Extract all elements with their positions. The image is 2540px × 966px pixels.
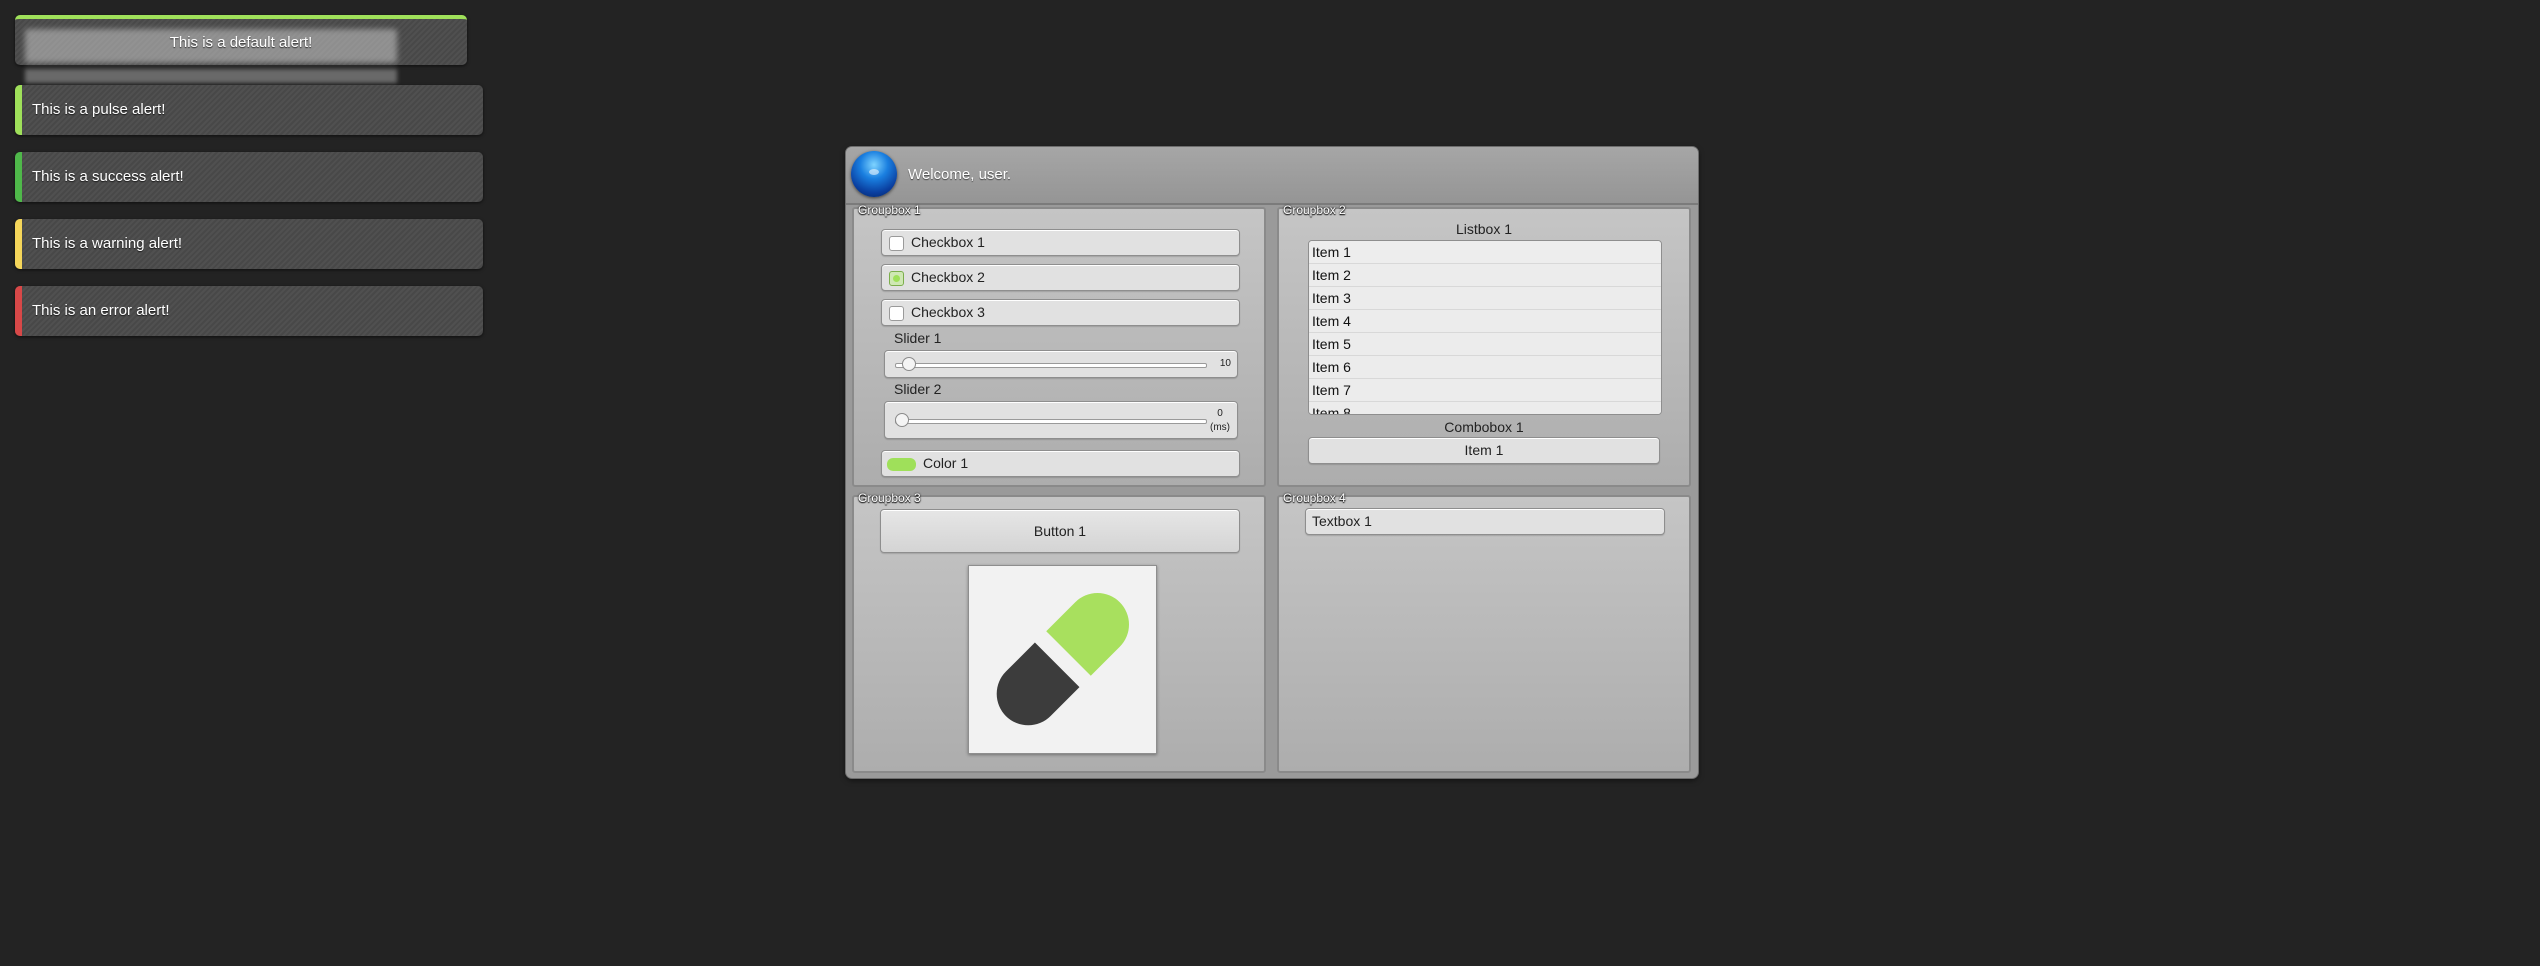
groupbox-4-title: Groupbox 4 [1283, 491, 1346, 505]
checkbox-3[interactable]: Checkbox 3 [881, 299, 1240, 326]
listbox-1[interactable]: Item 1 Item 2 Item 3 Item 4 Item 5 Item … [1308, 240, 1662, 415]
listbox-1-title: Listbox 1 [1455, 221, 1513, 237]
groupbox-1-title: Groupbox 1 [858, 203, 921, 217]
checkbox-1[interactable]: Checkbox 1 [881, 229, 1240, 256]
slider-1[interactable]: 10 [884, 350, 1238, 378]
color-1-label: Color 1 [923, 455, 969, 471]
warning-alert-bar [15, 219, 22, 269]
globe-logo-icon [851, 151, 897, 197]
slider-2-label: Slider 2 [894, 381, 942, 397]
groupbox-1: Groupbox 1 Checkbox 1 Checkbox 2 Checkbo… [852, 203, 1266, 487]
warning-alert[interactable]: This is a warning alert! [15, 219, 483, 269]
slider-1-label: Slider 1 [894, 330, 942, 346]
list-item[interactable]: Item 3 [1309, 287, 1661, 310]
slider-2-track[interactable] [895, 419, 1207, 424]
welcome-text: Welcome, user. [908, 166, 1012, 183]
slider-2-thumb[interactable] [895, 413, 909, 427]
warning-alert-text: This is a warning alert! [32, 235, 183, 252]
pulse-alert-bar [15, 85, 22, 135]
list-item[interactable]: Item 2 [1309, 264, 1661, 287]
list-item[interactable]: Item 5 [1309, 333, 1661, 356]
success-alert[interactable]: This is a success alert! [15, 152, 483, 202]
groupbox-4: Groupbox 4 Textbox 1 [1277, 491, 1691, 773]
success-alert-text: This is a success alert! [32, 168, 184, 185]
pulse-alert-text: This is a pulse alert! [32, 101, 166, 118]
textbox-1[interactable]: Textbox 1 [1305, 508, 1665, 535]
groupbox-3-title: Groupbox 3 [858, 491, 921, 505]
list-item[interactable]: Item 6 [1309, 356, 1661, 379]
checkbox-3-box[interactable] [889, 306, 904, 321]
color-1-swatch[interactable] [887, 458, 916, 471]
combobox-1[interactable]: Item 1 [1308, 437, 1660, 464]
slider-2-unit: (ms) [1210, 422, 1230, 433]
success-alert-bar [15, 152, 22, 202]
groupbox-3: Groupbox 3 Button 1 [852, 491, 1266, 773]
capsule-pill-icon [996, 593, 1129, 726]
checkbox-3-label: Checkbox 3 [911, 304, 985, 320]
list-item[interactable]: Item 1 [1309, 241, 1661, 264]
list-item[interactable]: Item 4 [1309, 310, 1661, 333]
slider-2-value: 0 (ms) [1210, 407, 1230, 435]
slider-1-value: 10 [1219, 358, 1231, 369]
slider-2[interactable]: 0 (ms) [884, 401, 1238, 439]
error-alert-text: This is an error alert! [32, 302, 170, 319]
alert-blur-overlay-bottom [25, 69, 397, 83]
slider-2-number: 0 [1217, 408, 1223, 419]
error-alert[interactable]: This is an error alert! [15, 286, 483, 336]
list-item[interactable]: Item 8 [1309, 402, 1661, 414]
button-1[interactable]: Button 1 [880, 509, 1240, 553]
default-alert-text: This is a default alert! [169, 34, 313, 51]
groupbox-2-title: Groupbox 2 [1283, 203, 1346, 217]
checkbox-2-box[interactable] [889, 271, 904, 286]
combobox-1-title: Combobox 1 [1444, 419, 1524, 435]
checkbox-2[interactable]: Checkbox 2 [881, 264, 1240, 291]
window-header: Welcome, user. [846, 147, 1698, 205]
image-box [968, 565, 1157, 754]
pulse-alert[interactable]: This is a pulse alert! [15, 85, 483, 135]
error-alert-bar [15, 286, 22, 336]
checkbox-2-label: Checkbox 2 [911, 269, 985, 285]
slider-1-track[interactable] [895, 363, 1207, 368]
slider-1-thumb[interactable] [902, 357, 916, 371]
groupbox-2: Groupbox 2 Listbox 1 Item 1 Item 2 Item … [1277, 203, 1691, 487]
default-alert[interactable]: This is a default alert! [15, 15, 467, 83]
checkbox-1-box[interactable] [889, 236, 904, 251]
list-item[interactable]: Item 7 [1309, 379, 1661, 402]
color-1-picker[interactable]: Color 1 [881, 450, 1240, 477]
main-window: Welcome, user. Groupbox 1 Checkbox 1 Che… [846, 147, 1698, 778]
checkbox-1-label: Checkbox 1 [911, 234, 985, 250]
